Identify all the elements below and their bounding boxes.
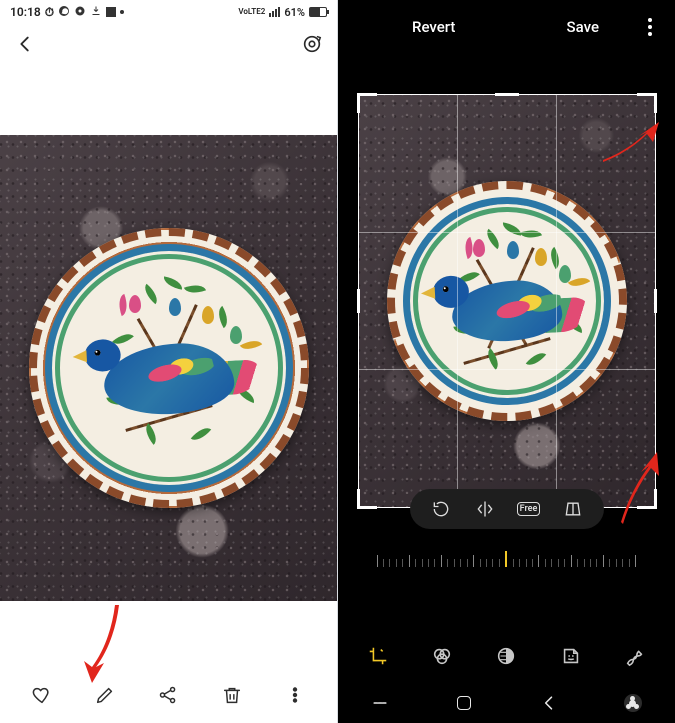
download-icon: [90, 5, 102, 20]
chevron-left-icon: [14, 33, 36, 55]
gallery-bottom-bar: [0, 667, 337, 723]
perspective-icon: [563, 499, 583, 519]
editor-appbar: Revert Save: [338, 0, 675, 54]
editor-more-button[interactable]: [639, 18, 661, 36]
status-time: 10:18: [10, 5, 41, 19]
recents-icon: [370, 693, 390, 713]
nav-back[interactable]: [519, 689, 579, 717]
flip-horizontal-icon: [475, 499, 495, 519]
disc-icon: [74, 5, 86, 20]
clock-icon: ⏱: [45, 5, 54, 20]
pencil-icon: [94, 684, 116, 706]
bixby-vision-icon: [301, 33, 323, 55]
mode-transform[interactable]: [358, 636, 398, 676]
back-icon: [539, 693, 559, 713]
gallery-view: 10:18 ⏱ VoLTE2 61%: [0, 0, 338, 723]
more-button[interactable]: [273, 673, 317, 717]
nav-recents[interactable]: [350, 689, 410, 717]
android-navbar: [338, 683, 675, 723]
save-button[interactable]: Save: [567, 18, 599, 36]
crop-handle-tr[interactable]: [637, 93, 657, 113]
crop-handle-tl[interactable]: [357, 93, 377, 113]
status-bar: 10:18 ⏱ VoLTE2 61%: [0, 0, 337, 24]
more-notifications-dot: [120, 10, 124, 14]
photo-subject-plate: [29, 228, 309, 508]
aspect-ratio-button[interactable]: Free: [516, 496, 542, 522]
nav-accessibility[interactable]: [603, 689, 663, 717]
perspective-button[interactable]: [560, 496, 586, 522]
edit-button[interactable]: [83, 673, 127, 717]
revert-button[interactable]: Revert: [412, 18, 455, 36]
aspect-ratio-label: Free: [517, 502, 541, 516]
gallery-appbar: [0, 24, 337, 68]
delete-button[interactable]: [210, 673, 254, 717]
crop-handle-br[interactable]: [637, 489, 657, 509]
draw-icon: [624, 645, 646, 667]
rotate-angle-slider[interactable]: [377, 541, 637, 567]
mode-stickers[interactable]: [551, 636, 591, 676]
crop-handle-mr[interactable]: [654, 289, 657, 313]
more-vertical-icon: [639, 18, 661, 36]
crop-stage[interactable]: Free: [338, 54, 675, 629]
rotate-button[interactable]: [428, 496, 454, 522]
crop-frame[interactable]: [358, 94, 656, 508]
back-button[interactable]: [14, 33, 36, 59]
tone-icon: [495, 645, 517, 667]
crop-handle-mt[interactable]: [495, 93, 519, 96]
nav-home[interactable]: [434, 689, 494, 717]
editor-mode-bar: [338, 629, 675, 683]
photo-viewport[interactable]: [0, 68, 337, 667]
favorite-button[interactable]: [20, 673, 64, 717]
more-vertical-icon: [284, 684, 306, 706]
mode-filters[interactable]: [422, 636, 462, 676]
rotate-ccw-icon: [431, 499, 451, 519]
battery-icon: [309, 7, 327, 17]
crop-handle-ml[interactable]: [357, 289, 360, 313]
whatsapp-icon: [58, 5, 70, 20]
sticker-icon: [560, 645, 582, 667]
ruler-ticks: [377, 541, 637, 567]
ruler-center-marker: [505, 551, 507, 567]
network-label: VoLTE2: [238, 8, 265, 16]
share-icon: [157, 684, 179, 706]
share-button[interactable]: [146, 673, 190, 717]
crop-rotate-icon: [367, 645, 389, 667]
flip-button[interactable]: [472, 496, 498, 522]
mode-tone[interactable]: [486, 636, 526, 676]
home-icon: [457, 696, 471, 710]
battery-pct: 61%: [284, 6, 305, 19]
photo: [0, 135, 337, 601]
transform-pill: Free: [410, 489, 604, 529]
square-icon: [106, 7, 116, 17]
editor-view: Revert Save: [338, 0, 675, 723]
trash-icon: [221, 684, 243, 706]
crop-handle-bl[interactable]: [357, 489, 377, 509]
accessibility-icon: [624, 694, 642, 712]
signal-icon: [269, 7, 280, 17]
heart-icon: [31, 684, 53, 706]
filters-icon: [431, 645, 453, 667]
mode-draw[interactable]: [615, 636, 655, 676]
bixby-vision-button[interactable]: [301, 33, 323, 59]
